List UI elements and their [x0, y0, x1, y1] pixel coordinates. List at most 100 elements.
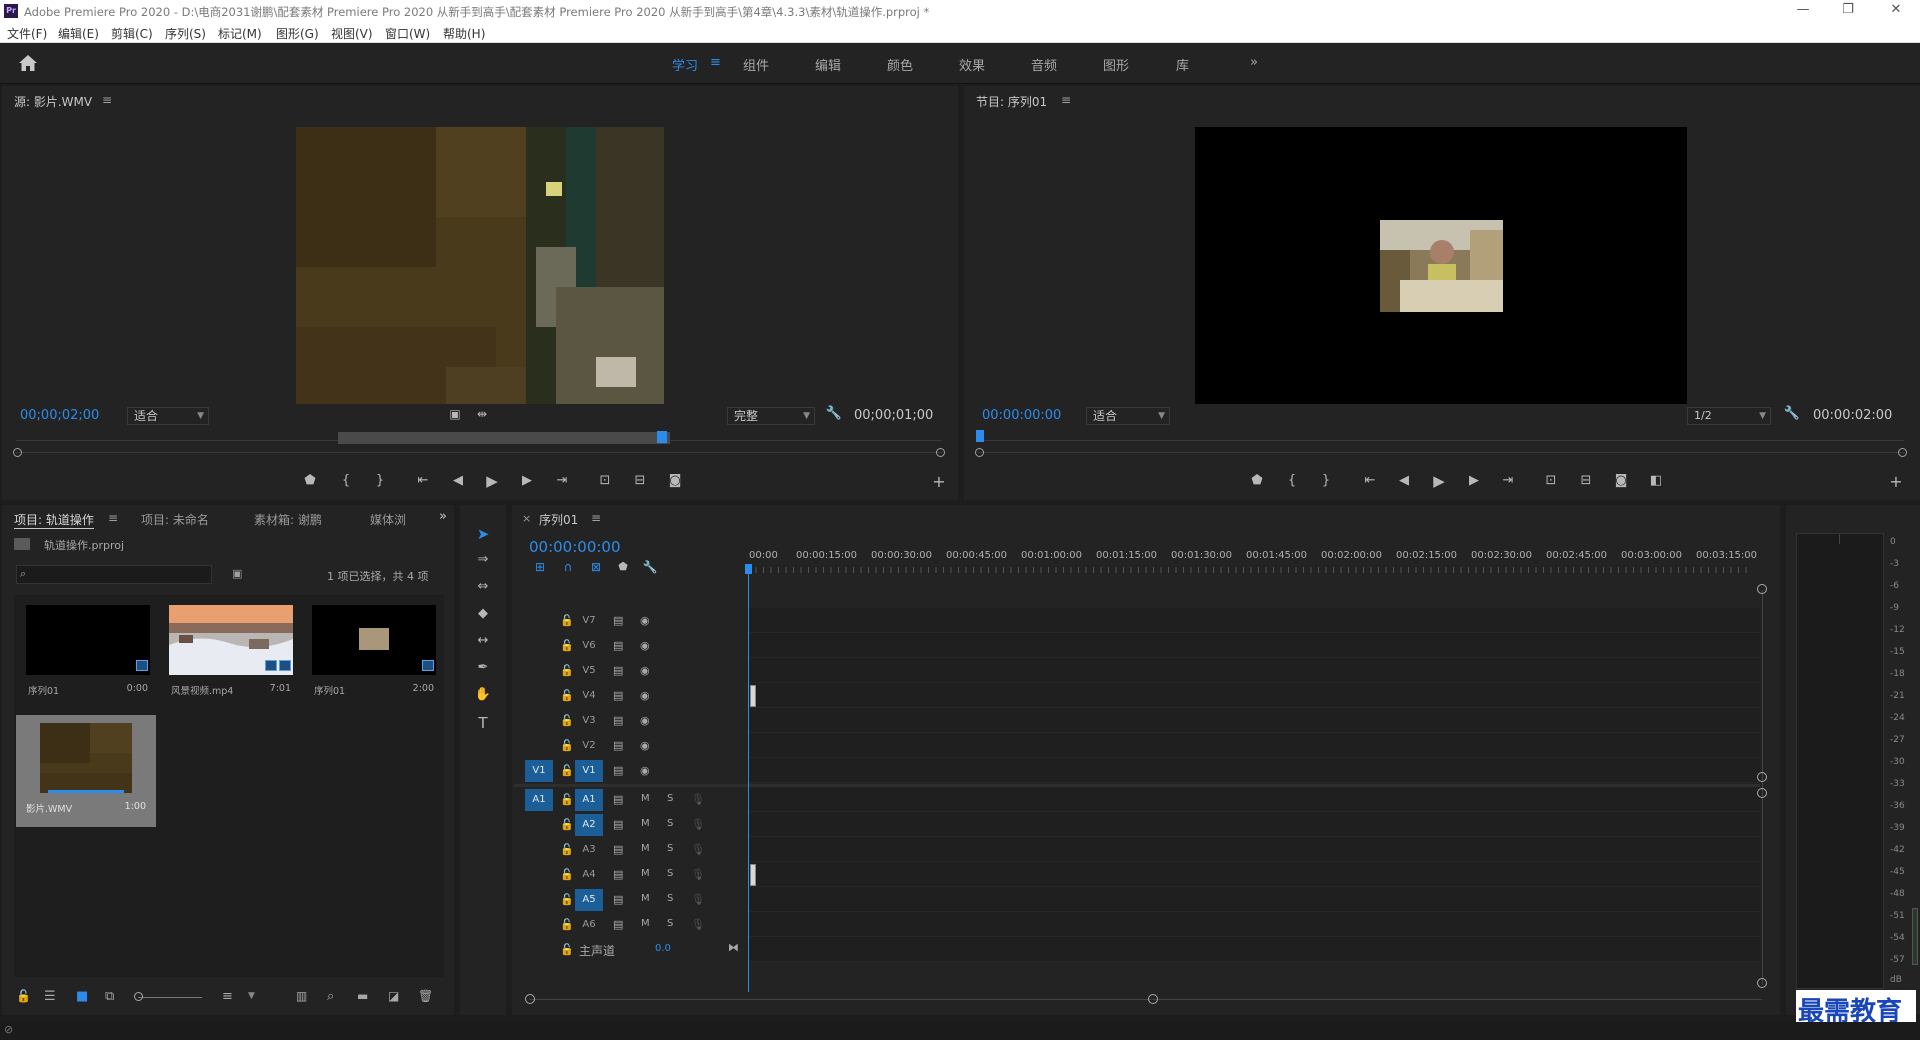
sync-lock-icon[interactable]: ▤ — [613, 893, 623, 906]
step-forward-icon[interactable]: ▶ — [517, 473, 537, 488]
lock-icon[interactable]: 🔓 — [560, 893, 574, 906]
solo-button[interactable]: S — [667, 793, 673, 804]
sync-lock-icon[interactable]: ▤ — [613, 764, 623, 777]
track-lane-v6[interactable] — [748, 633, 1760, 658]
source-zoom-bar[interactable] — [16, 452, 942, 453]
track-name[interactable]: V7 — [575, 610, 603, 632]
zoom-slider-handle[interactable] — [134, 992, 143, 1001]
find-icon[interactable]: ⌕ — [327, 989, 334, 1004]
zoom-handle-right[interactable] — [936, 448, 945, 457]
solo-button[interactable]: S — [667, 893, 673, 904]
microphone-icon[interactable]: 🎙 — [691, 818, 705, 831]
sync-lock-icon[interactable]: ▤ — [613, 664, 623, 677]
tab-project-untitled[interactable]: 项目: 未命名 — [141, 511, 209, 528]
track-lane-v5[interactable] — [748, 658, 1760, 683]
mark-out-icon[interactable]: } — [370, 473, 390, 488]
program-time-ruler[interactable] — [978, 440, 1904, 441]
source-quality-dropdown[interactable]: 完整 ▼ — [727, 407, 815, 425]
program-playhead[interactable] — [976, 430, 984, 442]
new-search-bin-icon[interactable]: ▣ — [232, 567, 242, 580]
go-to-out-icon[interactable]: ⇥ — [1498, 473, 1518, 488]
sync-lock-icon[interactable]: ▤ — [613, 739, 623, 752]
new-item-icon[interactable]: ◪ — [388, 989, 399, 1003]
lock-icon[interactable]: 🔓 — [560, 689, 574, 702]
source-monitor-title[interactable]: 源: 影片.WMV — [14, 93, 92, 110]
timeline-clip-v4[interactable] — [750, 685, 756, 707]
track-name[interactable]: V5 — [575, 660, 603, 682]
wrench-icon[interactable]: 🔧 — [1782, 406, 1802, 421]
panel-menu-icon[interactable]: ≡ — [102, 93, 112, 107]
play-icon[interactable]: ▶ — [1429, 472, 1449, 490]
workspace-more-button[interactable]: » — [1250, 55, 1258, 70]
sync-lock-icon[interactable]: ▤ — [613, 868, 623, 881]
sort-icon[interactable]: ≡ — [222, 989, 233, 1004]
program-resolution-dropdown[interactable]: 1/2 ▼ — [1687, 407, 1771, 425]
menu-edit[interactable]: 编辑(E) — [58, 25, 99, 42]
scroll-handle-mid-2[interactable] — [1757, 788, 1767, 798]
home-icon[interactable] — [18, 54, 38, 72]
solo-button[interactable]: S — [667, 918, 673, 929]
zoom-handle-right[interactable] — [1898, 448, 1907, 457]
mark-in-icon[interactable]: { — [336, 473, 356, 488]
type-tool-icon[interactable]: T — [473, 714, 493, 732]
track-lane-master[interactable] — [748, 937, 1760, 962]
workspace-tab-assembly[interactable]: 组件 — [743, 55, 769, 74]
chevron-down-icon[interactable]: ▼ — [248, 991, 255, 1001]
insert-clip-icon[interactable]: ⊡ — [595, 473, 615, 488]
hand-tool-icon[interactable]: ✋ — [473, 687, 493, 702]
scroll-handle-bottom[interactable] — [1757, 978, 1767, 988]
eye-icon[interactable]: ◉ — [640, 614, 650, 627]
comparison-view-icon[interactable]: ◧ — [1646, 473, 1666, 488]
list-view-icon[interactable]: ☰ — [44, 989, 56, 1004]
extract-icon[interactable]: ⊟ — [1576, 473, 1596, 488]
scroll-handle-right[interactable] — [1148, 994, 1158, 1004]
wrench-icon[interactable]: 🔧 — [824, 406, 844, 421]
track-name[interactable]: A5 — [575, 889, 603, 911]
menu-view[interactable]: 视图(V) — [331, 25, 373, 42]
track-name[interactable]: V2 — [575, 735, 603, 757]
track-lane-a2[interactable] — [748, 812, 1760, 837]
track-lane-v4[interactable] — [748, 683, 1760, 708]
program-timecode-current[interactable]: 00:00:00:00 — [982, 408, 1061, 423]
automate-to-sequence-icon[interactable]: ▥ — [296, 989, 307, 1003]
lock-icon[interactable]: 🔓 — [560, 943, 574, 956]
mute-button[interactable]: M — [641, 893, 650, 904]
pen-tool-icon[interactable]: ✒ — [473, 660, 493, 675]
microphone-icon[interactable]: 🎙 — [691, 918, 705, 931]
workspace-tab-learn[interactable]: 学习 — [672, 55, 698, 74]
microphone-icon[interactable]: 🎙 — [691, 868, 705, 881]
insert-icon[interactable]: ▣ — [445, 407, 465, 421]
export-frame-icon[interactable]: ◙ — [1611, 473, 1631, 488]
track-select-tool-icon[interactable]: ⇒ — [473, 552, 493, 567]
menu-window[interactable]: 窗口(W) — [385, 25, 430, 42]
track-lane-a4[interactable] — [748, 862, 1760, 887]
program-fit-dropdown[interactable]: 适合 ▼ — [1086, 407, 1170, 425]
mute-button[interactable]: M — [641, 793, 650, 804]
freeform-view-icon[interactable]: ⧉ — [105, 989, 114, 1004]
zoom-slider[interactable] — [138, 997, 202, 998]
project-search-input[interactable]: ⌕ — [16, 565, 212, 584]
project-item[interactable]: 序列01 0:00 — [18, 597, 158, 709]
track-lane-a1[interactable] — [748, 787, 1760, 812]
mark-out-icon[interactable]: } — [1316, 473, 1336, 488]
track-name[interactable]: A2 — [575, 814, 603, 836]
lock-icon[interactable]: 🔓 — [560, 639, 574, 652]
lock-icon[interactable]: 🔓 — [560, 868, 574, 881]
menu-sequence[interactable]: 序列(S) — [165, 25, 206, 42]
source-playhead[interactable] — [657, 431, 667, 443]
lock-icon[interactable]: 🔓 — [560, 793, 574, 806]
trash-icon[interactable]: 🗑 — [418, 989, 433, 1003]
eye-icon[interactable]: ◉ — [640, 664, 650, 677]
track-name[interactable]: V6 — [575, 635, 603, 657]
menu-help[interactable]: 帮助(H) — [443, 25, 485, 42]
lock-icon[interactable]: 🔓 — [560, 739, 574, 752]
new-bin-icon[interactable]: ▬ — [357, 989, 368, 1003]
solo-button[interactable]: S — [667, 843, 673, 854]
timeline-horizontal-scrollbar[interactable] — [530, 999, 1762, 1000]
timeline-timecode[interactable]: 00:00:00:00 — [529, 538, 621, 556]
track-name[interactable]: A6 — [575, 914, 603, 936]
add-marker-icon[interactable]: ⬟ — [613, 560, 633, 573]
sync-lock-icon[interactable]: ▤ — [613, 714, 623, 727]
timeline-playhead[interactable] — [745, 564, 752, 574]
zoom-handle-left[interactable] — [975, 448, 984, 457]
